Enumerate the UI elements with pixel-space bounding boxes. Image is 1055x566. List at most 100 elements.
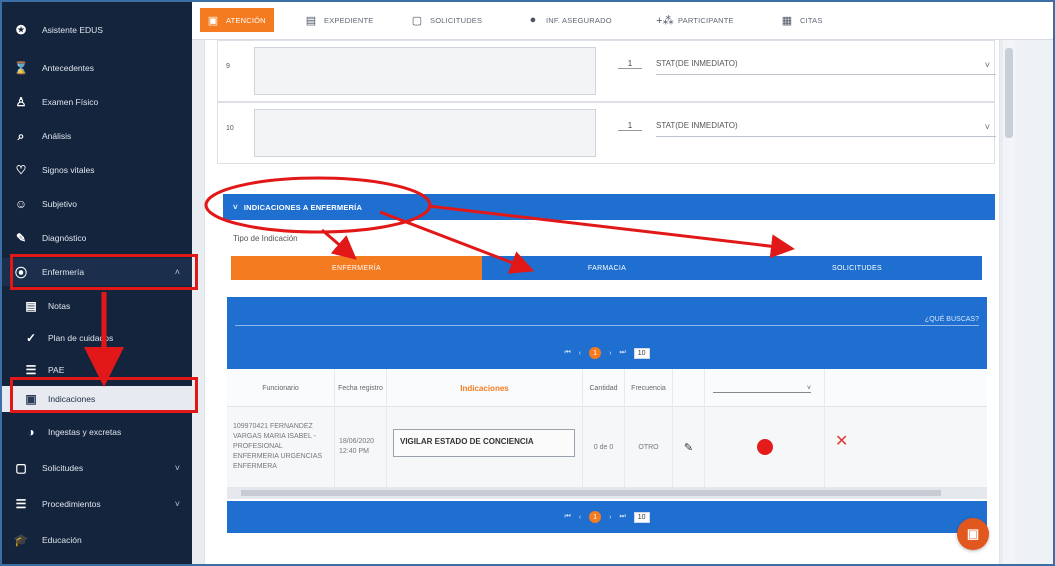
sidebar-item-subjetivo[interactable]: ☺ Subjetivo: [2, 192, 192, 216]
list-icon: ☰: [15, 497, 27, 511]
main-panel: 9 1 STAT(DE INMEDIATO) ˅ 10 1 STAT(DE IN…: [204, 40, 1000, 564]
document-icon: ▤: [25, 299, 37, 313]
close-icon[interactable]: ✕: [835, 431, 848, 451]
filter-select[interactable]: ˅: [713, 385, 811, 393]
sidebar-item-label: PAE: [48, 365, 65, 375]
next-page-icon[interactable]: ›: [609, 350, 611, 357]
sidebar-item-analisis[interactable]: ⌕ Análisis: [2, 124, 192, 148]
sidebar-item-enfermeria[interactable]: ⦿ Enfermería ˄: [2, 258, 192, 286]
scroll-thumb[interactable]: [1005, 48, 1013, 138]
cell-fecha: 18/06/2020 12:40 PM: [335, 407, 387, 487]
save-button[interactable]: ▣: [957, 518, 989, 550]
segment-enfermeria[interactable]: ENFERMERÍA: [231, 256, 482, 280]
table-header: Funcionario Fecha registro Indicaciones …: [227, 369, 987, 407]
cell-cantidad: 0 de 0: [583, 407, 625, 487]
sidebar-item-notas[interactable]: ▤ Notas: [2, 294, 192, 318]
sidebar-item-ingestas[interactable]: ◑ Ingestas y excretas: [2, 420, 192, 444]
tab-participante[interactable]: +⁂ PARTICIPANTE: [656, 8, 734, 32]
sidebar-item-asistente[interactable]: ✪ Asistente EDUS: [2, 18, 192, 42]
grid-toolbar: ¿QUÉ BUSCAS?: [227, 297, 987, 337]
last-page-icon[interactable]: ⏭: [619, 513, 625, 521]
frequency-select[interactable]: STAT(DE INMEDIATO) ˅: [656, 121, 996, 137]
sidebar-item-label: Examen Físico: [42, 97, 99, 107]
briefcase-icon: ▣: [25, 392, 37, 406]
heart-icon: ♡: [15, 163, 27, 177]
prev-page-icon[interactable]: ‹: [579, 514, 581, 521]
sidebar: ✪ Asistente EDUS ⌛ Antecedentes ♙ Examen…: [2, 2, 192, 564]
hourglass-icon: ⌛: [13, 61, 29, 75]
sidebar-item-label: Plan de cuidados: [48, 333, 114, 343]
chevron-down-icon: ˅: [984, 122, 990, 132]
segment-solicitudes[interactable]: SOLICITUDES: [732, 256, 982, 280]
tab-label: PARTICIPANTE: [678, 15, 734, 25]
current-page[interactable]: 1: [589, 511, 602, 523]
header-filter[interactable]: ˅: [705, 369, 825, 407]
square-icon: ▢: [411, 14, 423, 27]
pager-bottom: ⏮ ‹ 1 › ⏭ 10: [227, 501, 987, 533]
sidebar-item-pae[interactable]: ☰ PAE: [2, 358, 192, 382]
sidebar-item-diagnostico[interactable]: ✎ Diagnóstico: [2, 226, 192, 250]
prescription-textarea[interactable]: [254, 47, 596, 95]
pencil-icon: ✎: [15, 231, 27, 245]
header-indicaciones: Indicaciones: [387, 369, 583, 407]
user-icon: ●: [529, 14, 537, 26]
header-funcionario: Funcionario: [227, 369, 335, 407]
search-input[interactable]: ¿QUÉ BUSCAS?: [925, 316, 979, 323]
first-page-icon[interactable]: ⏮: [564, 349, 570, 357]
tab-expediente[interactable]: ▤ EXPEDIENTE: [304, 8, 374, 32]
quantity-field[interactable]: 1: [618, 59, 642, 69]
scroll-thumb[interactable]: [241, 490, 941, 496]
indicacion-text: VIGILAR ESTADO DE CONCIENCIA: [393, 429, 575, 457]
sidebar-item-indicaciones[interactable]: ▣ Indicaciones: [2, 386, 192, 412]
sidebar-item-label: Procedimientos: [42, 499, 101, 509]
sidebar-item-procedimientos[interactable]: ☰ Procedimientos ˅: [2, 492, 192, 516]
cell-indicacion: VIGILAR ESTADO DE CONCIENCIA: [387, 407, 583, 487]
tab-inf-asegurado[interactable]: ● INF. ASEGURADO: [526, 8, 612, 32]
cell-funcionario: 109970421 FERNANDEZ VARGAS MARIA ISABEL …: [227, 407, 335, 487]
sidebar-item-label: Diagnóstico: [42, 233, 87, 243]
page-size-select[interactable]: 10: [633, 347, 650, 359]
prescription-textarea[interactable]: [254, 109, 596, 157]
sidebar-item-antecedentes[interactable]: ⌛ Antecedentes: [2, 56, 192, 80]
top-tab-bar: ▣ ATENCIÓN ▤ EXPEDIENTE ▢ SOLICITUDES ● …: [192, 2, 1053, 40]
segment-farmacia[interactable]: FARMACIA: [482, 256, 732, 280]
briefcase-icon: ▣: [207, 14, 219, 27]
sidebar-item-label: Asistente EDUS: [42, 25, 103, 35]
vertical-scrollbar[interactable]: [1003, 40, 1015, 564]
cell-frecuencia: OTRO: [625, 407, 673, 487]
person-icon: ♙: [15, 95, 27, 109]
sidebar-item-signos-vitales[interactable]: ♡ Signos vitales: [2, 158, 192, 182]
sidebar-item-label: Indicaciones: [48, 394, 96, 404]
header-fecha[interactable]: Fecha registro: [335, 369, 387, 407]
frequency-select[interactable]: STAT(DE INMEDIATO) ˅: [656, 59, 996, 75]
frequency-value: STAT(DE INMEDIATO): [656, 121, 738, 130]
horizontal-scrollbar[interactable]: [227, 487, 987, 499]
section-header-indicaciones[interactable]: ˅ INDICACIONES A ENFERMERÍA: [223, 194, 995, 220]
right-gutter: [1015, 40, 1053, 564]
sidebar-item-solicitudes[interactable]: ▢ Solicitudes ˅: [2, 456, 192, 480]
first-page-icon[interactable]: ⏮: [564, 513, 570, 521]
frequency-value: STAT(DE INMEDIATO): [656, 59, 738, 68]
tab-atencion[interactable]: ▣ ATENCIÓN: [200, 8, 274, 32]
quantity-field[interactable]: 1: [618, 121, 642, 131]
next-page-icon[interactable]: ›: [609, 514, 611, 521]
header-cantidad: Cantidad: [583, 369, 625, 407]
sidebar-item-label: Signos vitales: [42, 165, 95, 175]
sidebar-item-label: Notas: [48, 301, 71, 311]
sidebar-item-label: Educación: [42, 535, 82, 545]
tab-label: INF. ASEGURADO: [546, 15, 612, 25]
tab-solicitudes[interactable]: ▢ SOLICITUDES: [410, 8, 482, 32]
prev-page-icon[interactable]: ‹: [579, 350, 581, 357]
current-page[interactable]: 1: [589, 347, 602, 359]
page-size-select[interactable]: 10: [633, 511, 650, 523]
table-row[interactable]: 109970421 FERNANDEZ VARGAS MARIA ISABEL …: [227, 407, 987, 487]
robot-icon: ✪: [15, 23, 27, 37]
sidebar-item-educacion[interactable]: 🎓 Educación: [2, 528, 192, 552]
last-page-icon[interactable]: ⏭: [619, 349, 625, 357]
tab-label: EXPEDIENTE: [324, 15, 374, 25]
pencil-icon[interactable]: ✎: [673, 407, 705, 487]
tab-citas[interactable]: ▦ CITAS: [780, 8, 823, 32]
folder-icon: ▤: [305, 14, 317, 27]
sidebar-item-plan-cuidados[interactable]: ✓ Plan de cuidados: [2, 326, 192, 350]
sidebar-item-examen-fisico[interactable]: ♙ Examen Físico: [2, 90, 192, 114]
